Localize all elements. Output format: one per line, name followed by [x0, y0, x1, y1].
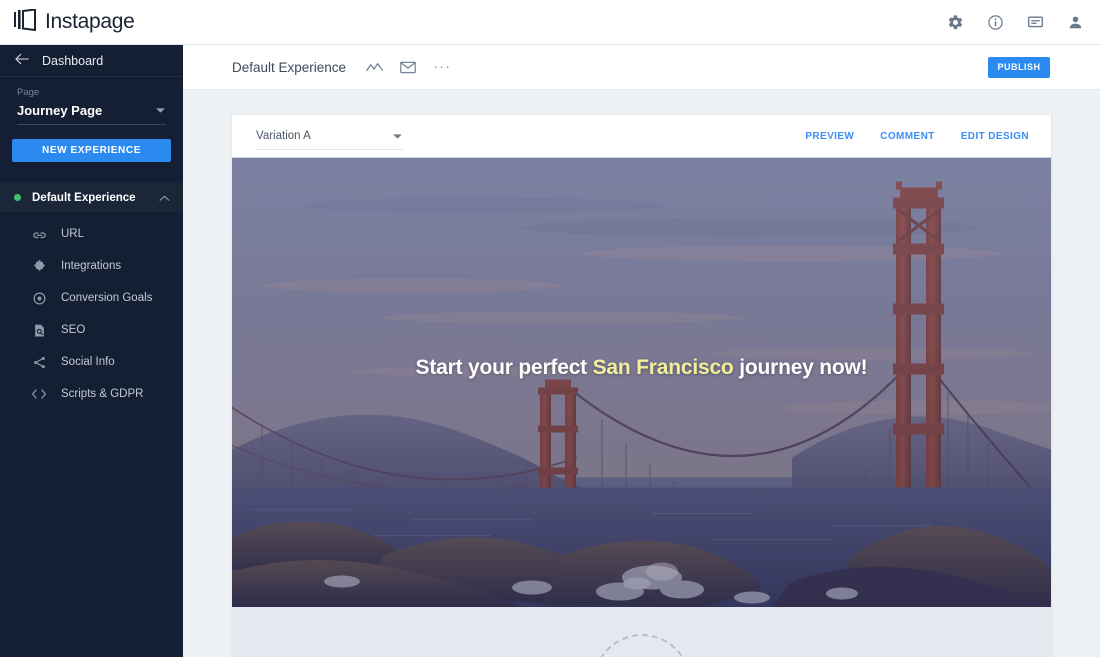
new-experience-button[interactable]: NEW EXPERIENCE — [12, 139, 171, 162]
top-bar: Instapage — [0, 0, 1100, 45]
comment-link[interactable]: COMMENT — [880, 131, 934, 142]
more-options-button[interactable]: ··· — [433, 59, 451, 74]
chat-icon[interactable] — [1027, 14, 1044, 31]
analytics-icon[interactable] — [366, 61, 383, 74]
sidebar: Dashboard Page Journey Page NEW EXPERIEN… — [0, 45, 183, 657]
sidebar-item-seo[interactable]: SEO — [0, 314, 183, 346]
sidebar-item-label: Conversion Goals — [61, 292, 153, 304]
sidebar-nav: URL Integrations Conversion Goals SEO So… — [0, 212, 183, 410]
sidebar-item-label: Integrations — [61, 260, 122, 272]
target-icon — [31, 291, 47, 306]
preview-section-placeholder[interactable] — [232, 607, 1051, 657]
headline-part-2: journey now! — [733, 356, 868, 379]
page-field-label: Page — [17, 87, 40, 98]
page-select-value: Journey Page — [17, 102, 103, 118]
editor-canvas: Variation A PREVIEW COMMENT EDIT DESIGN — [183, 90, 1100, 657]
sidebar-item-label: Social Info — [61, 356, 115, 368]
experience-label: Default Experience — [32, 191, 136, 204]
page-title: Default Experience — [232, 59, 347, 75]
golden-gate-bridge-photo — [232, 158, 1051, 607]
puzzle-icon — [31, 259, 47, 274]
sidebar-back-dashboard[interactable]: Dashboard — [0, 45, 183, 77]
sidebar-item-url[interactable]: URL — [0, 218, 183, 250]
top-bar-actions — [947, 14, 1084, 31]
envelope-icon[interactable] — [400, 61, 416, 74]
document-search-icon — [31, 323, 47, 338]
preview-link[interactable]: PREVIEW — [805, 131, 854, 142]
info-circle-icon[interactable] — [987, 14, 1004, 31]
hero-headline: Start your perfect San Francisco journey… — [232, 356, 1051, 380]
arrow-left-icon — [15, 52, 29, 70]
sidebar-item-scripts-gdpr[interactable]: Scripts & GDPR — [0, 378, 183, 410]
headline-highlight: San Francisco — [592, 356, 734, 379]
main-header-icons: ··· — [366, 59, 451, 74]
link-icon — [31, 227, 47, 242]
status-dot-icon — [14, 194, 21, 201]
edit-design-link[interactable]: EDIT DESIGN — [961, 131, 1029, 142]
brand-logo[interactable]: Instapage — [14, 7, 135, 36]
sidebar-back-label: Dashboard — [42, 53, 104, 68]
sidebar-item-integrations[interactable]: Integrations — [0, 250, 183, 282]
sidebar-item-conversion-goals[interactable]: Conversion Goals — [0, 282, 183, 314]
brand-name: Instapage — [45, 10, 135, 33]
variation-actions: PREVIEW COMMENT EDIT DESIGN — [805, 131, 1029, 142]
person-icon[interactable] — [1067, 14, 1084, 31]
dashed-circle-placeholder — [592, 634, 691, 657]
landing-page-preview[interactable]: Start your perfect San Francisco journey… — [232, 157, 1051, 607]
variation-select[interactable]: Variation A — [256, 127, 403, 150]
variation-card: Variation A PREVIEW COMMENT EDIT DESIGN — [232, 115, 1051, 657]
sidebar-item-social-info[interactable]: Social Info — [0, 346, 183, 378]
share-icon — [31, 355, 47, 370]
page-select[interactable]: Journey Page — [17, 101, 166, 125]
gear-icon[interactable] — [947, 14, 964, 31]
variation-toolbar: Variation A PREVIEW COMMENT EDIT DESIGN — [232, 115, 1051, 157]
publish-button[interactable]: PUBLISH — [988, 56, 1050, 78]
main-header: Default Experience ··· PUBLISH — [183, 45, 1100, 90]
sidebar-item-default-experience[interactable]: Default Experience — [0, 183, 183, 212]
chevron-down-icon — [155, 101, 166, 119]
sidebar-item-label: URL — [61, 228, 85, 240]
instapage-logo-icon — [14, 7, 38, 36]
page-selector-block: Page Journey Page — [0, 77, 183, 125]
variation-select-value: Variation A — [256, 129, 311, 142]
chevron-down-icon — [392, 127, 403, 145]
headline-part-1: Start your perfect — [415, 356, 593, 379]
chevron-up-icon[interactable] — [159, 189, 170, 207]
code-brackets-icon — [31, 387, 47, 401]
sidebar-item-label: SEO — [61, 324, 86, 336]
sidebar-item-label: Scripts & GDPR — [61, 388, 144, 400]
